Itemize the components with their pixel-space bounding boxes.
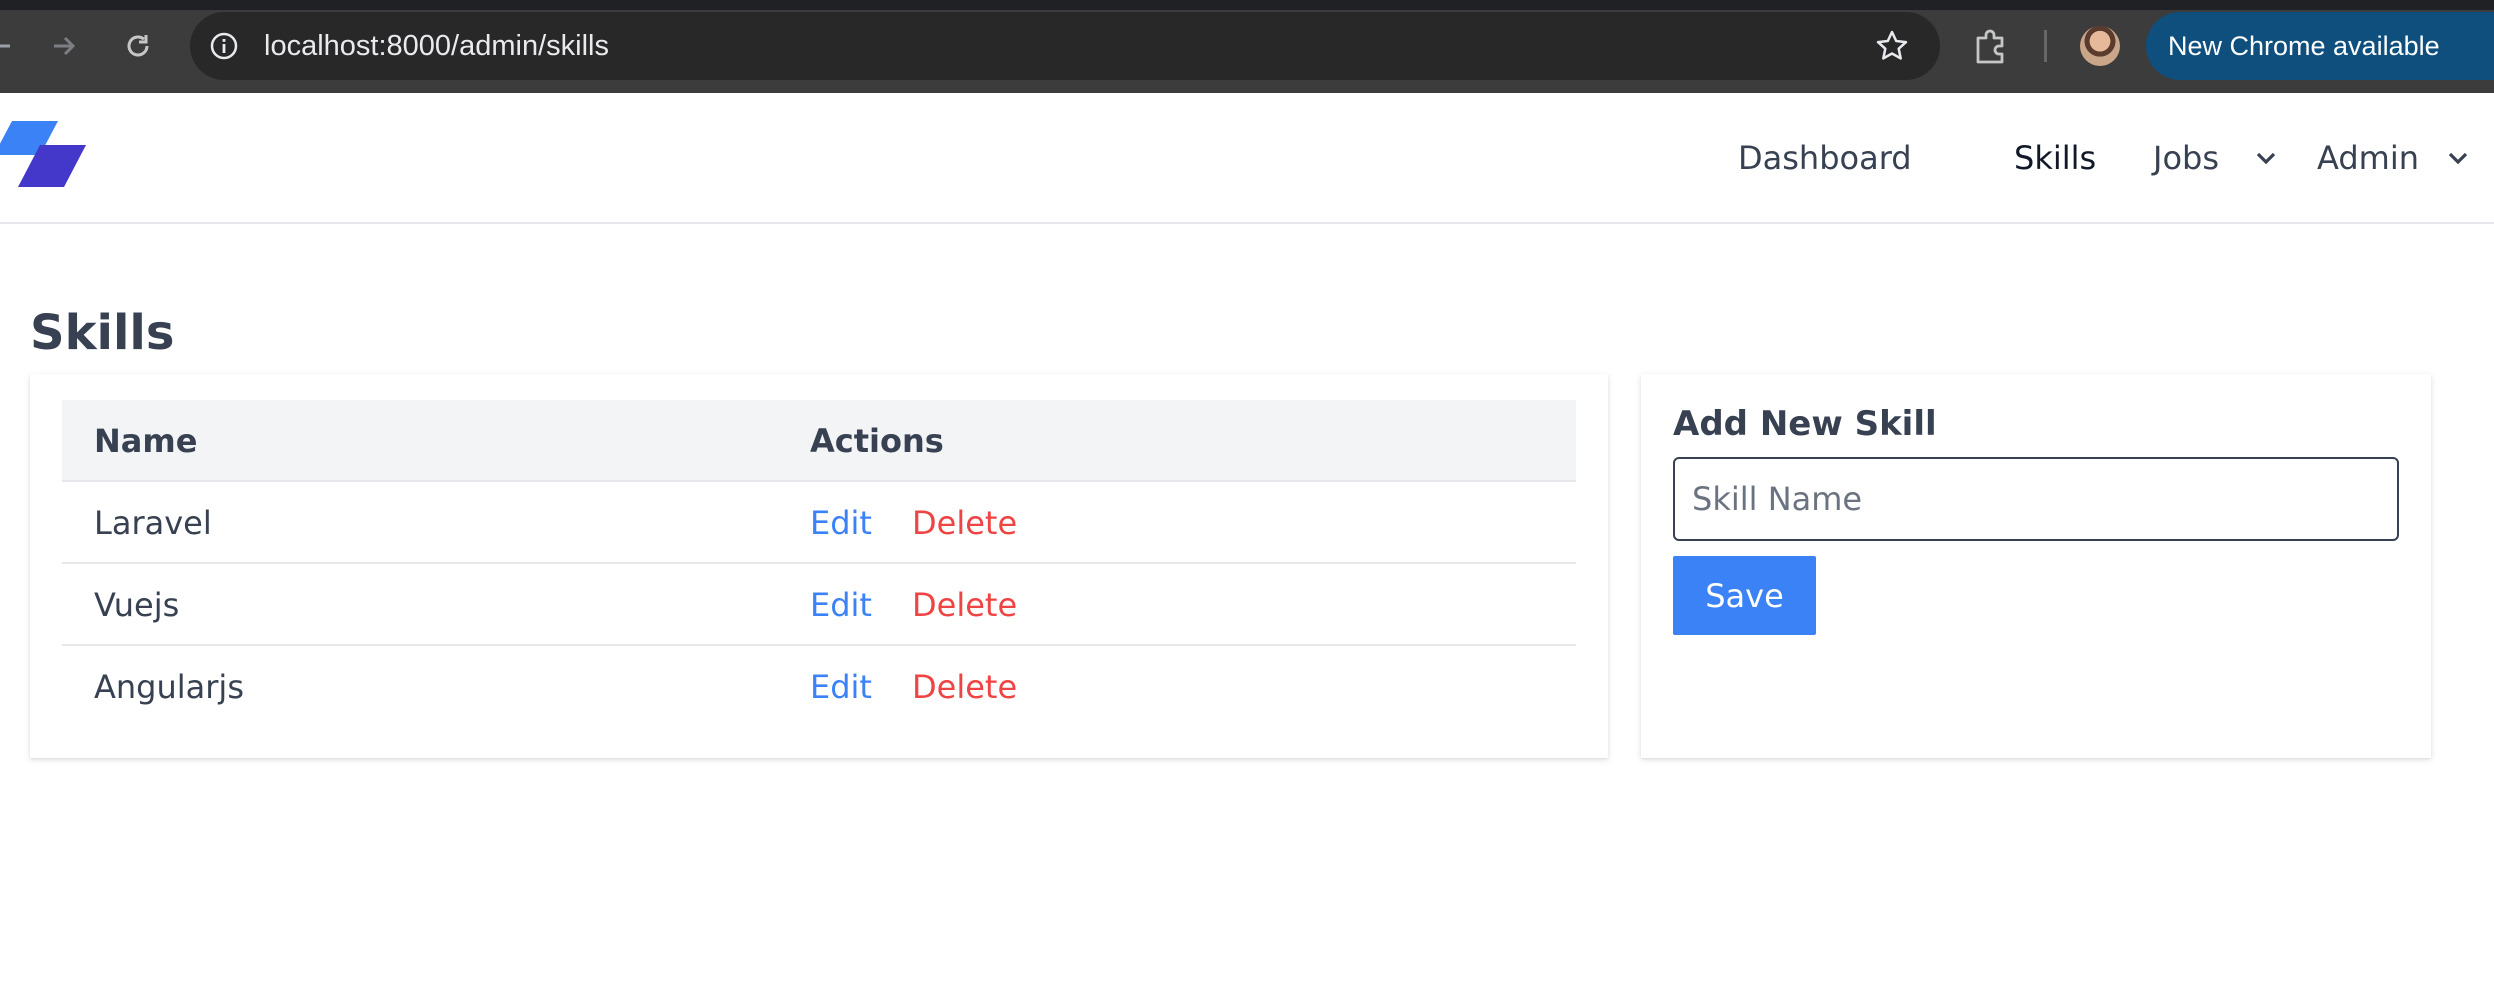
info-icon[interactable]	[208, 30, 240, 62]
table-header: Name Actions	[62, 400, 1576, 482]
nav-skills[interactable]: Skills	[2014, 93, 2096, 224]
extensions-icon[interactable]	[1970, 24, 2014, 68]
tab-strip	[0, 0, 2494, 10]
delete-link[interactable]: Delete	[912, 564, 1017, 646]
url-host: localhost	[264, 30, 379, 62]
edit-link[interactable]: Edit	[810, 564, 872, 646]
update-button-label: New Chrome available	[2168, 31, 2440, 61]
edit-link[interactable]: Edit	[810, 482, 872, 564]
table-row: Vuejs Edit Delete	[62, 564, 1576, 646]
reload-icon[interactable]	[114, 22, 162, 70]
add-skill-title: Add New Skill	[1673, 404, 1937, 444]
skill-name-input[interactable]	[1673, 457, 2399, 541]
url-text: localhost:8000/admin/skills	[264, 12, 609, 80]
profile-avatar[interactable]	[2080, 26, 2120, 66]
column-header-actions: Actions	[810, 422, 944, 460]
logo[interactable]	[0, 121, 86, 193]
forward-icon[interactable]	[40, 22, 88, 70]
skills-table: Name Actions Laravel Edit Delete Vuejs E…	[62, 400, 1576, 728]
table-row: Laravel Edit Delete	[62, 482, 1576, 564]
back-icon[interactable]	[0, 22, 24, 70]
save-button[interactable]: Save	[1673, 556, 1816, 635]
column-header-name: Name	[94, 422, 198, 460]
delete-link[interactable]: Delete	[912, 646, 1017, 728]
add-skill-card: Add New Skill Save	[1641, 374, 2431, 758]
chevron-down-icon[interactable]	[2446, 148, 2470, 168]
nav-jobs[interactable]: Jobs	[2153, 93, 2219, 224]
nav-dashboard[interactable]: Dashboard	[1738, 93, 1912, 224]
skill-name: Angularjs	[94, 668, 244, 706]
nav-admin[interactable]: Admin	[2317, 93, 2419, 224]
url-path: :8000/admin/skills	[378, 30, 609, 62]
chrome-update-button[interactable]: New Chrome available	[2146, 12, 2494, 80]
delete-link[interactable]: Delete	[912, 482, 1017, 564]
browser-chrome: localhost:8000/admin/skills New Chrome a…	[0, 0, 2494, 93]
chevron-down-icon[interactable]	[2254, 148, 2278, 168]
skills-table-card: Name Actions Laravel Edit Delete Vuejs E…	[30, 374, 1608, 758]
star-icon[interactable]	[1874, 28, 1910, 64]
address-bar[interactable]: localhost:8000/admin/skills	[190, 12, 1940, 80]
skill-name: Vuejs	[94, 586, 180, 624]
app-header: Dashboard Skills Jobs Admin	[0, 93, 2494, 224]
edit-link[interactable]: Edit	[810, 646, 872, 728]
skill-name: Laravel	[94, 504, 212, 542]
toolbar-separator	[2044, 30, 2047, 62]
page-title: Skills	[30, 305, 175, 361]
table-row: Angularjs Edit Delete	[62, 646, 1576, 728]
